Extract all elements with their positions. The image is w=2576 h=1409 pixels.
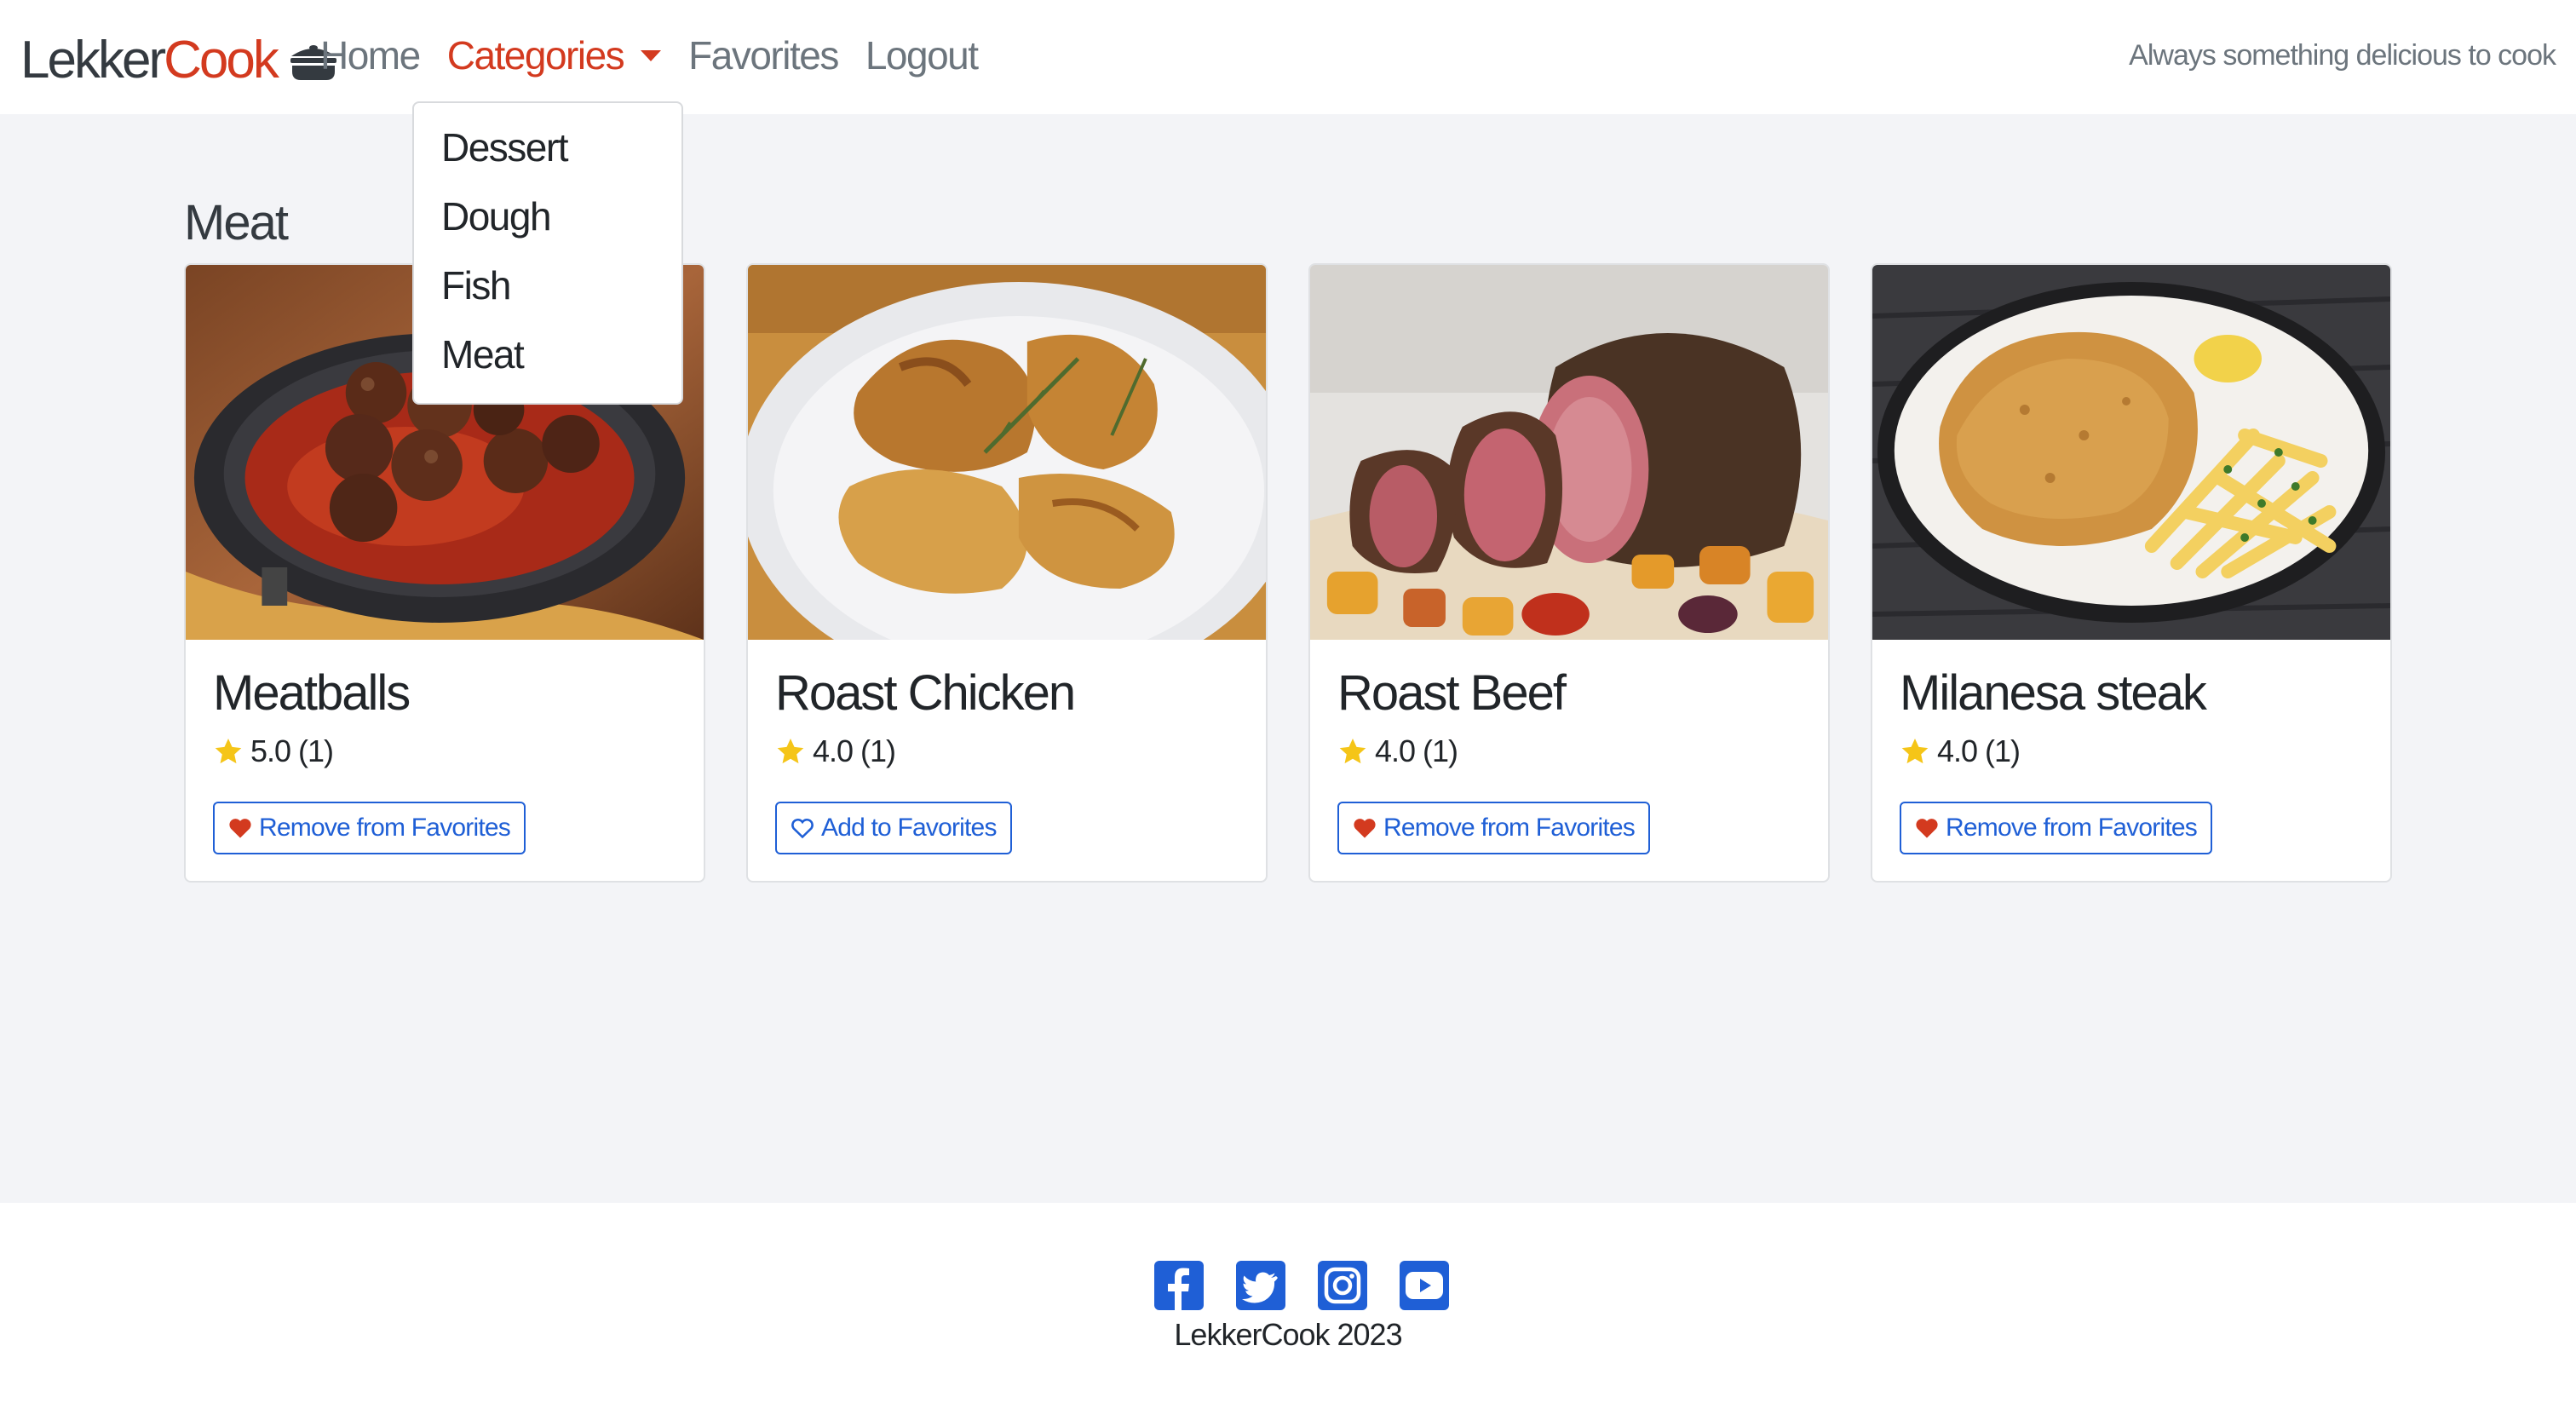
youtube-icon[interactable]: [1400, 1261, 1449, 1310]
recipe-rating: 4.0 (1): [1900, 733, 2363, 769]
caret-down-icon: [641, 49, 662, 61]
nav-logout[interactable]: Logout: [865, 32, 979, 78]
recipe-card[interactable]: Roast Chicken 4.0 (1) Add to Favorites: [746, 263, 1268, 883]
favorite-button-label: Remove from Favorites: [1946, 814, 2198, 842]
recipe-image-roast-beef[interactable]: [1310, 265, 1828, 640]
remove-from-favorites-button[interactable]: Remove from Favorites: [1337, 802, 1650, 854]
star-icon: [1901, 739, 1929, 764]
nav-favorites[interactable]: Favorites: [688, 32, 839, 78]
dropdown-item-dessert[interactable]: Dessert: [414, 122, 681, 191]
nav-categories-label: Categories: [446, 33, 625, 78]
favorite-button-label: Remove from Favorites: [1383, 814, 1636, 842]
star-icon: [215, 739, 242, 764]
recipe-rating: 5.0 (1): [213, 733, 676, 769]
recipe-rating: 4.0 (1): [775, 733, 1239, 769]
heart-filled-icon: [229, 819, 251, 838]
remove-from-favorites-button[interactable]: Remove from Favorites: [213, 802, 526, 854]
star-icon: [777, 739, 804, 764]
remove-from-favorites-button[interactable]: Remove from Favorites: [1900, 802, 2212, 854]
recipe-title[interactable]: Roast Chicken: [775, 662, 1239, 725]
social-links: [1154, 1261, 1481, 1310]
nav-categories-dropdown[interactable]: Categories: [446, 32, 662, 78]
rating-value: 4.0 (1): [1375, 733, 1458, 768]
rating-value: 4.0 (1): [1937, 733, 2021, 768]
dropdown-item-meat[interactable]: Meat: [414, 329, 681, 398]
add-to-favorites-button[interactable]: Add to Favorites: [775, 802, 1012, 854]
dropdown-item-fish[interactable]: Fish: [414, 260, 681, 329]
recipe-title[interactable]: Milanesa steak: [1900, 662, 2363, 725]
heart-filled-icon: [1916, 819, 1938, 838]
nav-home[interactable]: Home: [320, 32, 421, 78]
brand-name-part2: Cook: [164, 30, 279, 89]
copyright-text: LekkerCook 2023: [1174, 1317, 1402, 1352]
star-icon: [1339, 739, 1366, 764]
recipe-image-milanesa-steak[interactable]: [1872, 265, 2390, 640]
instagram-icon[interactable]: [1318, 1261, 1367, 1310]
facebook-icon[interactable]: [1154, 1261, 1204, 1310]
recipe-image-roast-chicken[interactable]: [748, 265, 1266, 640]
recipe-card[interactable]: Roast Beef 4.0 (1) Remove from Favorites: [1308, 263, 1830, 883]
tagline: Always something delicious to cook: [2129, 39, 2556, 72]
rating-value: 5.0 (1): [250, 733, 334, 768]
recipe-card[interactable]: Milanesa steak 4.0 (1) Remove from Favor…: [1871, 263, 2392, 883]
favorite-button-label: Remove from Favorites: [259, 814, 511, 842]
heart-filled-icon: [1354, 819, 1376, 838]
twitter-icon[interactable]: [1236, 1261, 1285, 1310]
brand-name-part1: Lekker: [20, 30, 166, 89]
brand-logo[interactable]: Lekker Cook: [20, 26, 338, 94]
recipe-rating: 4.0 (1): [1337, 733, 1801, 769]
recipe-title[interactable]: Meatballs: [213, 662, 676, 725]
dropdown-item-dough[interactable]: Dough: [414, 191, 681, 260]
recipe-title[interactable]: Roast Beef: [1337, 662, 1801, 725]
navbar: Lekker Cook Home Categories Favorites Log…: [0, 0, 2576, 114]
favorite-button-label: Add to Favorites: [821, 814, 997, 842]
categories-dropdown-menu: Dessert Dough Fish Meat: [412, 101, 683, 405]
section-title: Meat: [184, 195, 289, 250]
rating-value: 4.0 (1): [813, 733, 896, 768]
heart-outline-icon: [791, 818, 814, 839]
footer: LekkerCook 2023: [0, 1203, 2576, 1409]
